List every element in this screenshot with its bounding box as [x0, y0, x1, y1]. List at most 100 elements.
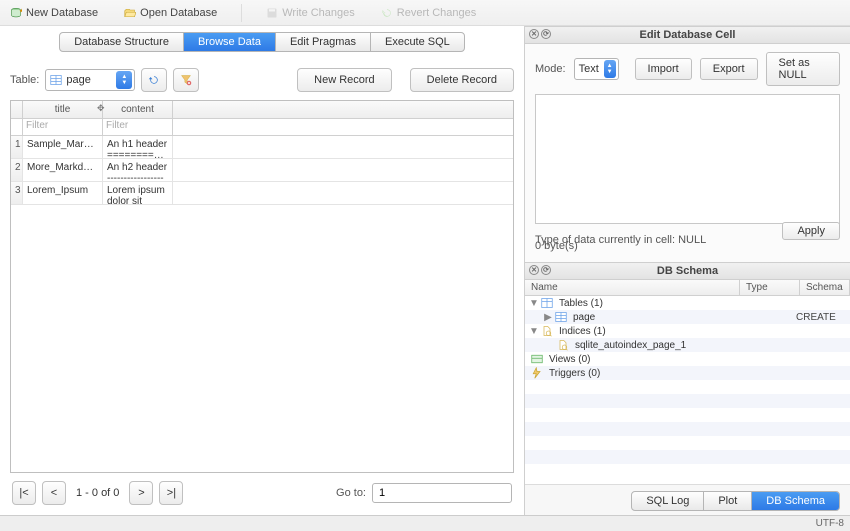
cell-size-info: 0 byte(s): [535, 240, 840, 252]
svg-text:★: ★: [19, 8, 22, 14]
bottom-tab-db-schema[interactable]: DB Schema: [752, 492, 839, 510]
write-changes-label: Write Changes: [282, 7, 355, 19]
new-record-button[interactable]: New Record: [297, 68, 392, 92]
cell-title[interactable]: Sample_Markdo...: [23, 136, 103, 158]
row-header-blank: [11, 101, 23, 118]
open-database-label: Open Database: [140, 7, 217, 19]
filter-title-input[interactable]: Filter: [23, 119, 103, 135]
main-toolbar: ★ New Database Open Database Write Chang…: [0, 0, 850, 26]
mode-select[interactable]: Text ▲▼: [574, 58, 619, 80]
pager-first-button[interactable]: |<: [12, 481, 36, 505]
write-changes-button: Write Changes: [262, 5, 359, 21]
edit-cell-title: Edit Database Cell: [640, 29, 736, 41]
panel-detach-icon[interactable]: ⟳: [541, 29, 551, 39]
table-row[interactable]: 3 Lorem_Ipsum Lorem ipsum dolor sit amet…: [11, 182, 513, 205]
row-index: 2: [11, 159, 23, 181]
panel-close-icon[interactable]: ✕: [529, 29, 539, 39]
table-icon: [555, 312, 567, 322]
new-database-button[interactable]: ★ New Database: [6, 5, 102, 21]
table-icon: [50, 74, 62, 86]
set-null-button[interactable]: Set as NULL: [766, 52, 840, 86]
export-button[interactable]: Export: [700, 58, 758, 80]
table-row[interactable]: 1 Sample_Markdo... An h1 header ========…: [11, 136, 513, 159]
filter-clear-icon: [180, 74, 192, 86]
row-index: 1: [11, 136, 23, 158]
main-tabs: Database Structure Browse Data Edit Prag…: [59, 32, 465, 52]
data-grid: title content ✥ Filter Filter 1 Sample_M…: [10, 100, 514, 473]
bottom-tab-plot[interactable]: Plot: [704, 492, 752, 510]
tab-browse-data[interactable]: Browse Data: [184, 33, 276, 51]
encoding-label: UTF-8: [816, 518, 844, 529]
filter-content-input[interactable]: Filter: [103, 119, 173, 135]
tab-execute-sql[interactable]: Execute SQL: [371, 33, 464, 51]
mode-value: Text: [579, 63, 599, 75]
table-label: Table:: [10, 74, 39, 86]
column-header-title[interactable]: title: [23, 101, 103, 118]
new-database-icon: ★: [10, 7, 22, 19]
pager-next-button[interactable]: >: [129, 481, 153, 505]
table-selected-value: page: [66, 74, 90, 86]
table-group-icon: [541, 298, 553, 308]
pager-prev-button[interactable]: <: [42, 481, 66, 505]
dropdown-arrows-icon: ▲▼: [116, 71, 132, 89]
cell-content[interactable]: An h1 header ============: [103, 136, 173, 158]
tab-database-structure[interactable]: Database Structure: [60, 33, 184, 51]
refresh-icon: [148, 74, 160, 86]
pager-last-button[interactable]: >|: [159, 481, 183, 505]
db-schema-title: DB Schema: [657, 265, 718, 277]
revert-changes-icon: [381, 7, 393, 19]
pager-info: 1 - 0 of 0: [76, 487, 119, 499]
schema-node-triggers[interactable]: Triggers (0): [525, 366, 850, 380]
filter-blank: [11, 119, 23, 135]
schema-header-name[interactable]: Name: [525, 280, 740, 295]
index-group-icon: [541, 326, 553, 336]
expand-icon[interactable]: ▼: [529, 326, 539, 337]
schema-node-autoindex[interactable]: sqlite_autoindex_page_1: [525, 338, 850, 352]
panel-close-icon[interactable]: ✕: [529, 265, 539, 275]
dropdown-arrows-icon: ▲▼: [604, 60, 616, 78]
expand-icon[interactable]: ▶: [543, 312, 553, 323]
panel-detach-icon[interactable]: ⟳: [541, 265, 551, 275]
cell-content[interactable]: Lorem ipsum dolor sit amet, ...: [103, 182, 173, 204]
apply-button[interactable]: Apply: [782, 222, 840, 240]
bottom-tab-sql-log[interactable]: SQL Log: [632, 492, 704, 510]
db-schema-panel-header: ✕ ⟳ DB Schema: [525, 262, 850, 280]
import-button[interactable]: Import: [635, 58, 692, 80]
revert-changes-label: Revert Changes: [397, 7, 477, 19]
schema-node-views[interactable]: Views (0): [525, 352, 850, 366]
mode-label: Mode:: [535, 63, 566, 75]
delete-record-button[interactable]: Delete Record: [410, 68, 514, 92]
schema-node-tables[interactable]: ▼ Tables (1): [525, 296, 850, 310]
tab-edit-pragmas[interactable]: Edit Pragmas: [276, 33, 371, 51]
bottom-tabs: SQL Log Plot DB Schema: [631, 491, 840, 511]
schema-header-schema[interactable]: Schema: [800, 280, 850, 295]
schema-header-type[interactable]: Type: [740, 280, 800, 295]
cell-title[interactable]: More_Markdown: [23, 159, 103, 181]
open-database-icon: [124, 7, 136, 19]
cell-title[interactable]: Lorem_Ipsum: [23, 182, 103, 204]
schema-node-page[interactable]: ▶ page CREATE: [525, 310, 850, 324]
index-icon: [557, 340, 569, 350]
cell-editor-textarea[interactable]: [535, 94, 840, 224]
column-resize-handle[interactable]: ✥: [97, 103, 105, 114]
cell-content[interactable]: An h2 header -----------------: [103, 159, 173, 181]
toolbar-divider: [241, 4, 242, 22]
goto-input[interactable]: [372, 483, 512, 503]
row-index: 3: [11, 182, 23, 204]
open-database-button[interactable]: Open Database: [120, 5, 221, 21]
revert-changes-button: Revert Changes: [377, 5, 481, 21]
refresh-button[interactable]: [141, 68, 167, 92]
views-icon: [531, 354, 543, 364]
status-bar: UTF-8: [0, 515, 850, 531]
column-header-content[interactable]: content: [103, 101, 173, 118]
triggers-icon: [531, 368, 543, 378]
new-database-label: New Database: [26, 7, 98, 19]
goto-label: Go to:: [336, 487, 366, 499]
edit-cell-panel-header: ✕ ⟳ Edit Database Cell: [525, 26, 850, 44]
expand-icon[interactable]: ▼: [529, 298, 539, 309]
table-select[interactable]: page ▲▼: [45, 69, 135, 91]
clear-filters-button[interactable]: [173, 68, 199, 92]
schema-node-indices[interactable]: ▼ Indices (1): [525, 324, 850, 338]
table-row[interactable]: 2 More_Markdown An h2 header -----------…: [11, 159, 513, 182]
write-changes-icon: [266, 7, 278, 19]
